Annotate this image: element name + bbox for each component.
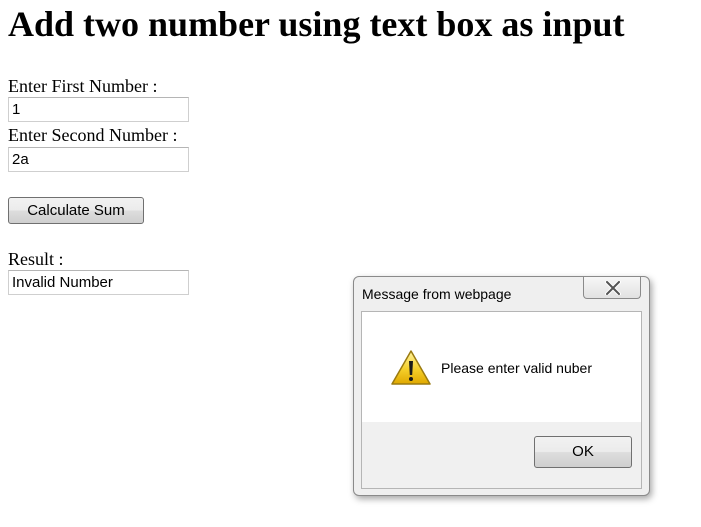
alert-dialog: Message from webpage Please enter valid … bbox=[353, 276, 650, 496]
calculate-sum-button[interactable]: Calculate Sum bbox=[8, 197, 144, 224]
second-number-label: Enter Second Number : bbox=[8, 125, 178, 145]
close-icon bbox=[605, 281, 621, 295]
first-number-label: Enter First Number : bbox=[8, 76, 158, 96]
dialog-close-button[interactable] bbox=[583, 277, 641, 299]
result-label: Result : bbox=[8, 249, 64, 269]
second-number-input[interactable]: 2a bbox=[8, 147, 189, 172]
warning-icon bbox=[391, 350, 431, 385]
first-number-input[interactable]: 1 bbox=[8, 97, 189, 122]
result-output[interactable]: Invalid Number bbox=[8, 270, 189, 295]
dialog-content: Please enter valid nuber bbox=[362, 312, 641, 422]
ok-button[interactable]: OK bbox=[534, 436, 632, 468]
page-title: Add two number using text box as input bbox=[8, 4, 625, 44]
dialog-body: Please enter valid nuber OK bbox=[361, 311, 642, 489]
dialog-title: Message from webpage bbox=[362, 286, 512, 302]
dialog-message: Please enter valid nuber bbox=[441, 360, 592, 376]
